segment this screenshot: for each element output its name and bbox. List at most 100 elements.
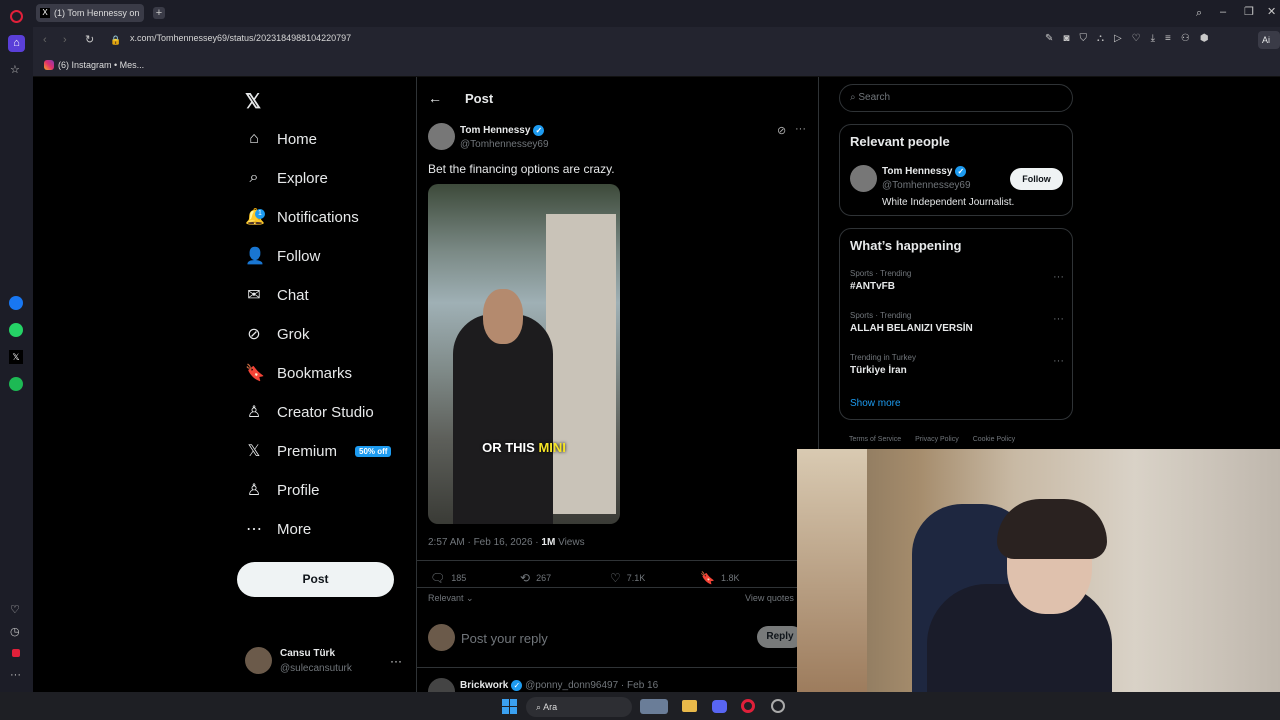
nav-item-creator-studio[interactable]: ♙ Creator Studio [245, 397, 374, 427]
forward-icon[interactable]: › [63, 34, 67, 46]
x-icon: 𝕏 [247, 443, 261, 460]
person-avatar[interactable] [850, 165, 877, 192]
nav-item-follow[interactable]: 👤 Follow [245, 241, 320, 271]
nav-item-profile[interactable]: ♙ Profile [245, 475, 320, 505]
nav-item-bookmarks[interactable]: 🔖 Bookmarks [245, 358, 352, 388]
nav-item-grok[interactable]: ⊘ Grok [245, 319, 309, 349]
show-more-link[interactable]: Show more [850, 398, 901, 409]
privacy-link[interactable]: Privacy Policy [915, 436, 959, 443]
close-window-button[interactable]: ✕ [1267, 6, 1276, 18]
reload-icon[interactable]: ↻ [85, 34, 94, 46]
url-field[interactable]: x.com/Tomhennessey69/status/202318498810… [130, 33, 351, 43]
nav-item-notifications[interactable]: 🔔 1 Notifications [245, 202, 359, 232]
nav-item-more[interactable]: ⋯ More [245, 514, 311, 544]
taskbar-search[interactable]: ⌕ Ara [526, 697, 632, 717]
next-reply-author[interactable]: Brickwork [460, 680, 508, 691]
post-meta: 2:57 AM · Feb 16, 2026 · 1M Views [428, 537, 585, 548]
trend-more-icon[interactable]: ··· [1053, 355, 1064, 367]
app-taskbar-icon[interactable] [771, 699, 785, 713]
whatsapp-icon[interactable] [9, 323, 23, 337]
post-video[interactable]: OR THIS MINI [428, 184, 620, 524]
trend-name: Türkiye İran [850, 365, 907, 376]
widgets-icon[interactable] [640, 699, 668, 714]
sort-dropdown[interactable]: Relevant ⌄ [428, 593, 474, 604]
follow-button[interactable]: Follow [1010, 168, 1063, 190]
maximize-button[interactable]: ❐ [1244, 6, 1254, 18]
reply-author-avatar[interactable] [428, 678, 455, 692]
x-logo-icon[interactable]: 𝕏 [245, 89, 261, 114]
file-explorer-icon[interactable] [682, 700, 697, 712]
home-icon[interactable]: ⌂ [8, 35, 25, 52]
minimize-button[interactable]: – [1220, 6, 1226, 18]
edit-icon[interactable]: ✎ [1045, 33, 1053, 44]
author-name[interactable]: Tom Hennessy [460, 125, 530, 136]
new-tab-button[interactable]: + [153, 7, 165, 19]
shield-icon[interactable]: ⛉ [1079, 33, 1087, 44]
search-box[interactable]: ⌕ Search [839, 84, 1073, 112]
bookmark-action[interactable]: 🔖 1.8K [700, 571, 739, 585]
trend-category: Sports · Trending [850, 311, 912, 320]
nav-item-explore[interactable]: ⌕ Explore [245, 163, 328, 193]
vpn-icon[interactable]: ⛬ [1097, 33, 1104, 44]
instagram-bookmark[interactable]: (6) Instagram • Mes... [58, 60, 144, 70]
profile-icon[interactable]: ⚇ [1181, 33, 1190, 44]
camera-icon[interactable]: ◙ [1063, 33, 1069, 44]
heart-icon[interactable]: ♡ [10, 604, 20, 616]
download-icon[interactable]: ⤓ [1151, 33, 1155, 44]
trend-item[interactable]: Trending in Turkey Türkiye İran ··· [850, 353, 1064, 376]
trend-item[interactable]: Sports · Trending #ANTvFB ··· [850, 269, 1064, 292]
ai-button[interactable]: Ai [1258, 31, 1280, 49]
history-icon[interactable]: ◷ [10, 626, 20, 638]
windows-start-icon[interactable] [502, 699, 517, 714]
post-more-icon[interactable]: ··· [795, 123, 806, 135]
back-arrow-icon[interactable]: ← [428, 90, 442, 106]
caption-part-b: MINI [538, 440, 566, 455]
post-button[interactable]: Post [237, 562, 394, 597]
spotify-icon[interactable] [9, 377, 23, 391]
account-avatar[interactable] [245, 647, 272, 674]
reply-action[interactable]: 🗨 185 [430, 571, 466, 585]
repost-action[interactable]: ⟲ 267 [520, 571, 551, 585]
terms-link[interactable]: Terms of Service [849, 436, 901, 443]
nav-label: Follow [277, 247, 321, 265]
post-timestamp[interactable]: 2:57 AM · Feb 16, 2026 · [428, 537, 541, 548]
opera-taskbar-icon[interactable] [741, 699, 755, 713]
search-tabs-icon[interactable]: ⌕ [1196, 7, 1202, 19]
webcam-overlay [797, 449, 1280, 692]
trend-more-icon[interactable]: ··· [1053, 313, 1064, 325]
star-icon[interactable]: ☆ [10, 64, 20, 76]
nav-label: Profile [277, 481, 320, 499]
extensions-icon[interactable]: ⬢ [1200, 33, 1209, 44]
trend-more-icon[interactable]: ··· [1053, 271, 1064, 283]
cookie-link[interactable]: Cookie Policy [973, 436, 1015, 443]
views-count: 1M [541, 537, 556, 548]
discord-icon[interactable] [712, 700, 727, 713]
person-add-icon: 👤 [245, 248, 265, 265]
author-avatar[interactable] [428, 123, 455, 150]
bookmark-icon: 🔖 [245, 365, 265, 382]
nav-item-chat[interactable]: ✉ Chat [245, 280, 308, 310]
grok-post-icon[interactable]: ⊘ [777, 124, 786, 137]
like-action[interactable]: ♡ 7.1K [610, 571, 645, 585]
play-icon[interactable]: ▷ [1114, 33, 1122, 44]
active-tab[interactable]: X (1) Tom Hennessy on [36, 4, 144, 22]
account-handle: @sulecansuturk [280, 663, 352, 674]
back-icon[interactable]: ‹ [43, 34, 47, 46]
nav-item-home[interactable]: ⌂ Home [245, 124, 317, 154]
menu-icon[interactable]: ≡ [1165, 33, 1171, 44]
author-handle[interactable]: @Tomhennessey69 [460, 139, 549, 150]
x-app-icon[interactable]: 𝕏 [9, 350, 23, 364]
account-menu-icon[interactable]: ··· [390, 654, 402, 668]
instagram-icon [44, 60, 54, 70]
view-quotes-link[interactable]: View quotes [745, 593, 794, 603]
person-name[interactable]: Tom Hennessy [882, 166, 952, 177]
messenger-icon[interactable] [9, 296, 23, 310]
reply-input[interactable]: Post your reply [461, 631, 548, 646]
heart-toolbar-icon[interactable]: ♡ [1132, 33, 1141, 44]
trend-item[interactable]: Sports · Trending ALLAH BELANIZI VERSİN ··… [850, 311, 1064, 334]
adblock-icon[interactable] [12, 649, 20, 657]
more-dots-icon[interactable]: ··· [10, 669, 21, 681]
author-name-row: Tom Hennessy ✓ [460, 125, 545, 136]
opera-logo-icon[interactable] [10, 10, 23, 23]
nav-item-premium[interactable]: 𝕏 Premium 50% off [245, 436, 392, 466]
